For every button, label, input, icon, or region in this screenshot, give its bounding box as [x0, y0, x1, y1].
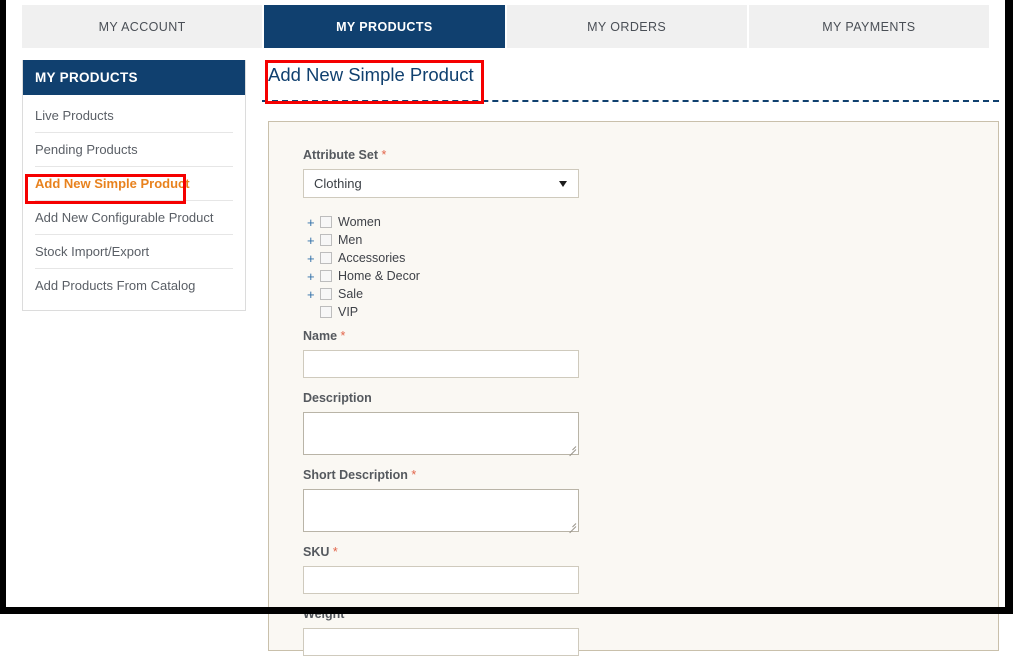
- label-text: Attribute Set: [303, 148, 378, 162]
- chevron-down-icon: [559, 180, 567, 187]
- attribute-set-label: Attribute Set *: [303, 148, 998, 162]
- category-label: Women: [338, 215, 381, 229]
- expand-plus-icon[interactable]: +: [307, 234, 320, 247]
- required-asterisk: *: [332, 545, 338, 559]
- tab-my-products[interactable]: MY PRODUCTS: [264, 5, 507, 48]
- tab-label: MY PRODUCTS: [336, 19, 433, 34]
- category-checkbox[interactable]: [320, 288, 332, 300]
- sidebar-item-label: Add New Configurable Product: [35, 210, 214, 225]
- short-description-textarea[interactable]: [303, 489, 579, 534]
- category-row-women[interactable]: + Women: [307, 213, 998, 231]
- category-label: Men: [338, 233, 363, 247]
- attribute-set-select[interactable]: Clothing: [303, 169, 579, 198]
- category-row-men[interactable]: + Men: [307, 231, 998, 249]
- required-asterisk: *: [411, 468, 417, 482]
- expand-plus-icon[interactable]: +: [307, 252, 320, 265]
- category-row-home-and-decor[interactable]: + Home & Decor: [307, 267, 998, 285]
- category-checkbox[interactable]: [320, 252, 332, 264]
- expand-plus-icon[interactable]: +: [307, 288, 320, 301]
- tab-my-account[interactable]: MY ACCOUNT: [22, 5, 265, 48]
- tab-label: MY ORDERS: [587, 19, 667, 34]
- expand-plus-icon[interactable]: +: [307, 270, 320, 283]
- viewport-frame-left: [0, 0, 6, 613]
- sidebar-header: MY PRODUCTS: [23, 60, 245, 95]
- sidebar-item-label: Add New Simple Product: [35, 176, 190, 191]
- main-tab-bar: MY ACCOUNT MY PRODUCTS MY ORDERS MY PAYM…: [22, 5, 989, 48]
- description-label: Description: [303, 391, 998, 405]
- expand-plus-icon[interactable]: +: [307, 216, 320, 229]
- category-checkbox[interactable]: [320, 270, 332, 282]
- category-checkbox[interactable]: [320, 216, 332, 228]
- name-label: Name *: [303, 329, 998, 343]
- sidebar-item-add-products-from-catalog[interactable]: Add Products From Catalog: [35, 269, 233, 302]
- product-form-panel: Attribute Set * Clothing + Women + Men +…: [268, 121, 999, 656]
- sidebar-item-stock-import-export[interactable]: Stock Import/Export: [35, 235, 233, 269]
- category-row-sale[interactable]: + Sale: [307, 285, 998, 303]
- category-row-vip[interactable]: VIP: [307, 303, 998, 321]
- category-label: Accessories: [338, 251, 406, 265]
- category-label: VIP: [338, 305, 359, 319]
- resize-handle-icon[interactable]: [566, 442, 577, 457]
- tab-label: MY ACCOUNT: [98, 19, 186, 34]
- description-textarea[interactable]: [303, 412, 579, 457]
- page-title: Add New Simple Product: [268, 64, 474, 85]
- tab-my-orders[interactable]: MY ORDERS: [506, 5, 749, 48]
- required-asterisk: *: [340, 329, 346, 343]
- tab-my-payments[interactable]: MY PAYMENTS: [748, 5, 989, 48]
- sidebar-panel: MY PRODUCTS Live Products Pending Produc…: [22, 60, 246, 311]
- sidebar-item-pending-products[interactable]: Pending Products: [35, 133, 233, 167]
- attribute-set-value: Clothing: [314, 176, 362, 191]
- category-row-accessories[interactable]: + Accessories: [307, 249, 998, 267]
- label-text: SKU: [303, 545, 330, 559]
- sidebar-item-live-products[interactable]: Live Products: [35, 99, 233, 133]
- weight-input[interactable]: [303, 628, 579, 656]
- viewport-frame-bottom: [0, 607, 1013, 614]
- main-content: Add New Simple Product: [262, 58, 994, 94]
- category-checkbox[interactable]: [320, 306, 332, 318]
- category-label: Home & Decor: [338, 269, 420, 283]
- sidebar-item-label: Add Products From Catalog: [35, 278, 196, 293]
- short-description-label: Short Description *: [303, 468, 998, 482]
- label-text: Description: [303, 391, 372, 405]
- required-asterisk: *: [381, 148, 387, 162]
- sku-label: SKU *: [303, 545, 998, 559]
- tab-label: MY PAYMENTS: [822, 19, 916, 34]
- sidebar-item-label: Pending Products: [35, 142, 138, 157]
- sku-input[interactable]: [303, 566, 579, 594]
- viewport-frame-right: [1005, 0, 1013, 613]
- sidebar-item-label: Live Products: [35, 108, 114, 123]
- name-input[interactable]: [303, 350, 579, 378]
- resize-handle-icon[interactable]: [566, 519, 577, 534]
- category-checkbox[interactable]: [320, 234, 332, 246]
- sidebar-item-add-new-configurable-product[interactable]: Add New Configurable Product: [35, 201, 233, 235]
- category-label: Sale: [338, 287, 364, 301]
- sidebar-item-label: Stock Import/Export: [35, 244, 150, 259]
- category-tree: + Women + Men + Accessories + Home & Dec…: [307, 213, 998, 321]
- sidebar-menu: Live Products Pending Products Add New S…: [23, 95, 245, 310]
- title-divider: [262, 100, 999, 102]
- label-text: Name: [303, 329, 338, 343]
- label-text: Short Description: [303, 468, 408, 482]
- sidebar-item-add-new-simple-product[interactable]: Add New Simple Product: [35, 167, 233, 201]
- page-canvas: MY ACCOUNT MY PRODUCTS MY ORDERS MY PAYM…: [6, 0, 1005, 656]
